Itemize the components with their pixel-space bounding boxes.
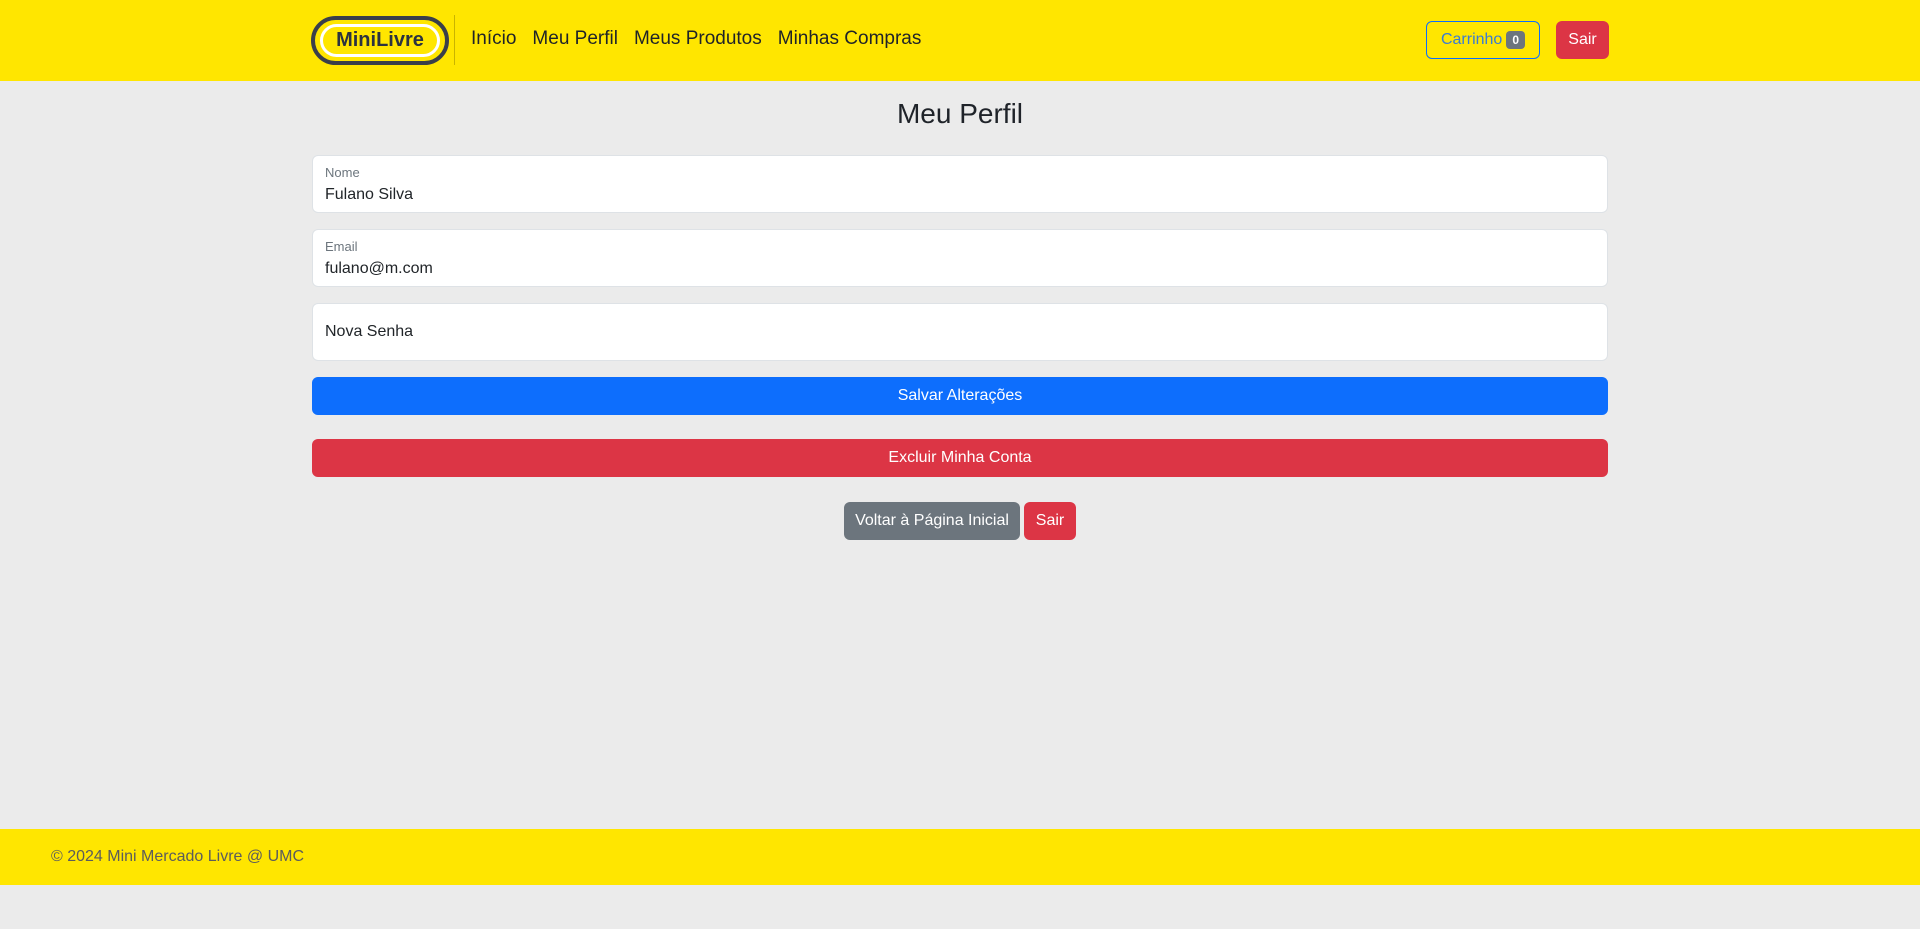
brand-divider bbox=[454, 15, 455, 65]
name-field[interactable]: Nome Fulano Silva bbox=[312, 155, 1608, 213]
email-value: fulano@m.com bbox=[325, 260, 433, 277]
main-nav: Início Meu Perfil Meus Produtos Minhas C… bbox=[471, 28, 921, 50]
brand-name: MiniLivre bbox=[320, 24, 440, 57]
nav-item-meu-perfil[interactable]: Meu Perfil bbox=[532, 28, 618, 50]
back-home-button[interactable]: Voltar à Página Inicial bbox=[844, 502, 1020, 540]
new-password-field[interactable]: Nova Senha bbox=[312, 303, 1608, 361]
cart-label: Carrinho bbox=[1440, 31, 1503, 48]
brand-logo[interactable]: MiniLivre bbox=[311, 16, 449, 65]
name-value: Fulano Silva bbox=[325, 186, 414, 203]
footer: © 2024 Mini Mercado Livre @ UMC bbox=[0, 829, 1920, 885]
cart-button[interactable]: Carrinho 0 bbox=[1426, 21, 1540, 59]
email-label: Email bbox=[325, 239, 358, 254]
header-logout-button[interactable]: Sair bbox=[1556, 21, 1609, 59]
nav-item-meus-produtos[interactable]: Meus Produtos bbox=[634, 28, 762, 50]
save-changes-button[interactable]: Salvar Alterações bbox=[312, 377, 1608, 415]
name-label: Nome bbox=[325, 165, 360, 180]
nav-item-minhas-compras[interactable]: Minhas Compras bbox=[778, 28, 922, 50]
nav-item-inicio[interactable]: Início bbox=[471, 28, 516, 50]
logout-button[interactable]: Sair bbox=[1024, 502, 1076, 540]
delete-account-button[interactable]: Excluir Minha Conta bbox=[312, 439, 1608, 477]
navbar: MiniLivre Início Meu Perfil Meus Produto… bbox=[0, 0, 1920, 81]
cart-count-badge: 0 bbox=[1506, 31, 1526, 49]
email-field[interactable]: Email fulano@m.com bbox=[312, 229, 1608, 287]
footer-copyright: © 2024 Mini Mercado Livre @ UMC bbox=[51, 848, 304, 865]
new-password-placeholder: Nova Senha bbox=[325, 323, 414, 340]
page-title: Meu Perfil bbox=[896, 98, 1024, 129]
